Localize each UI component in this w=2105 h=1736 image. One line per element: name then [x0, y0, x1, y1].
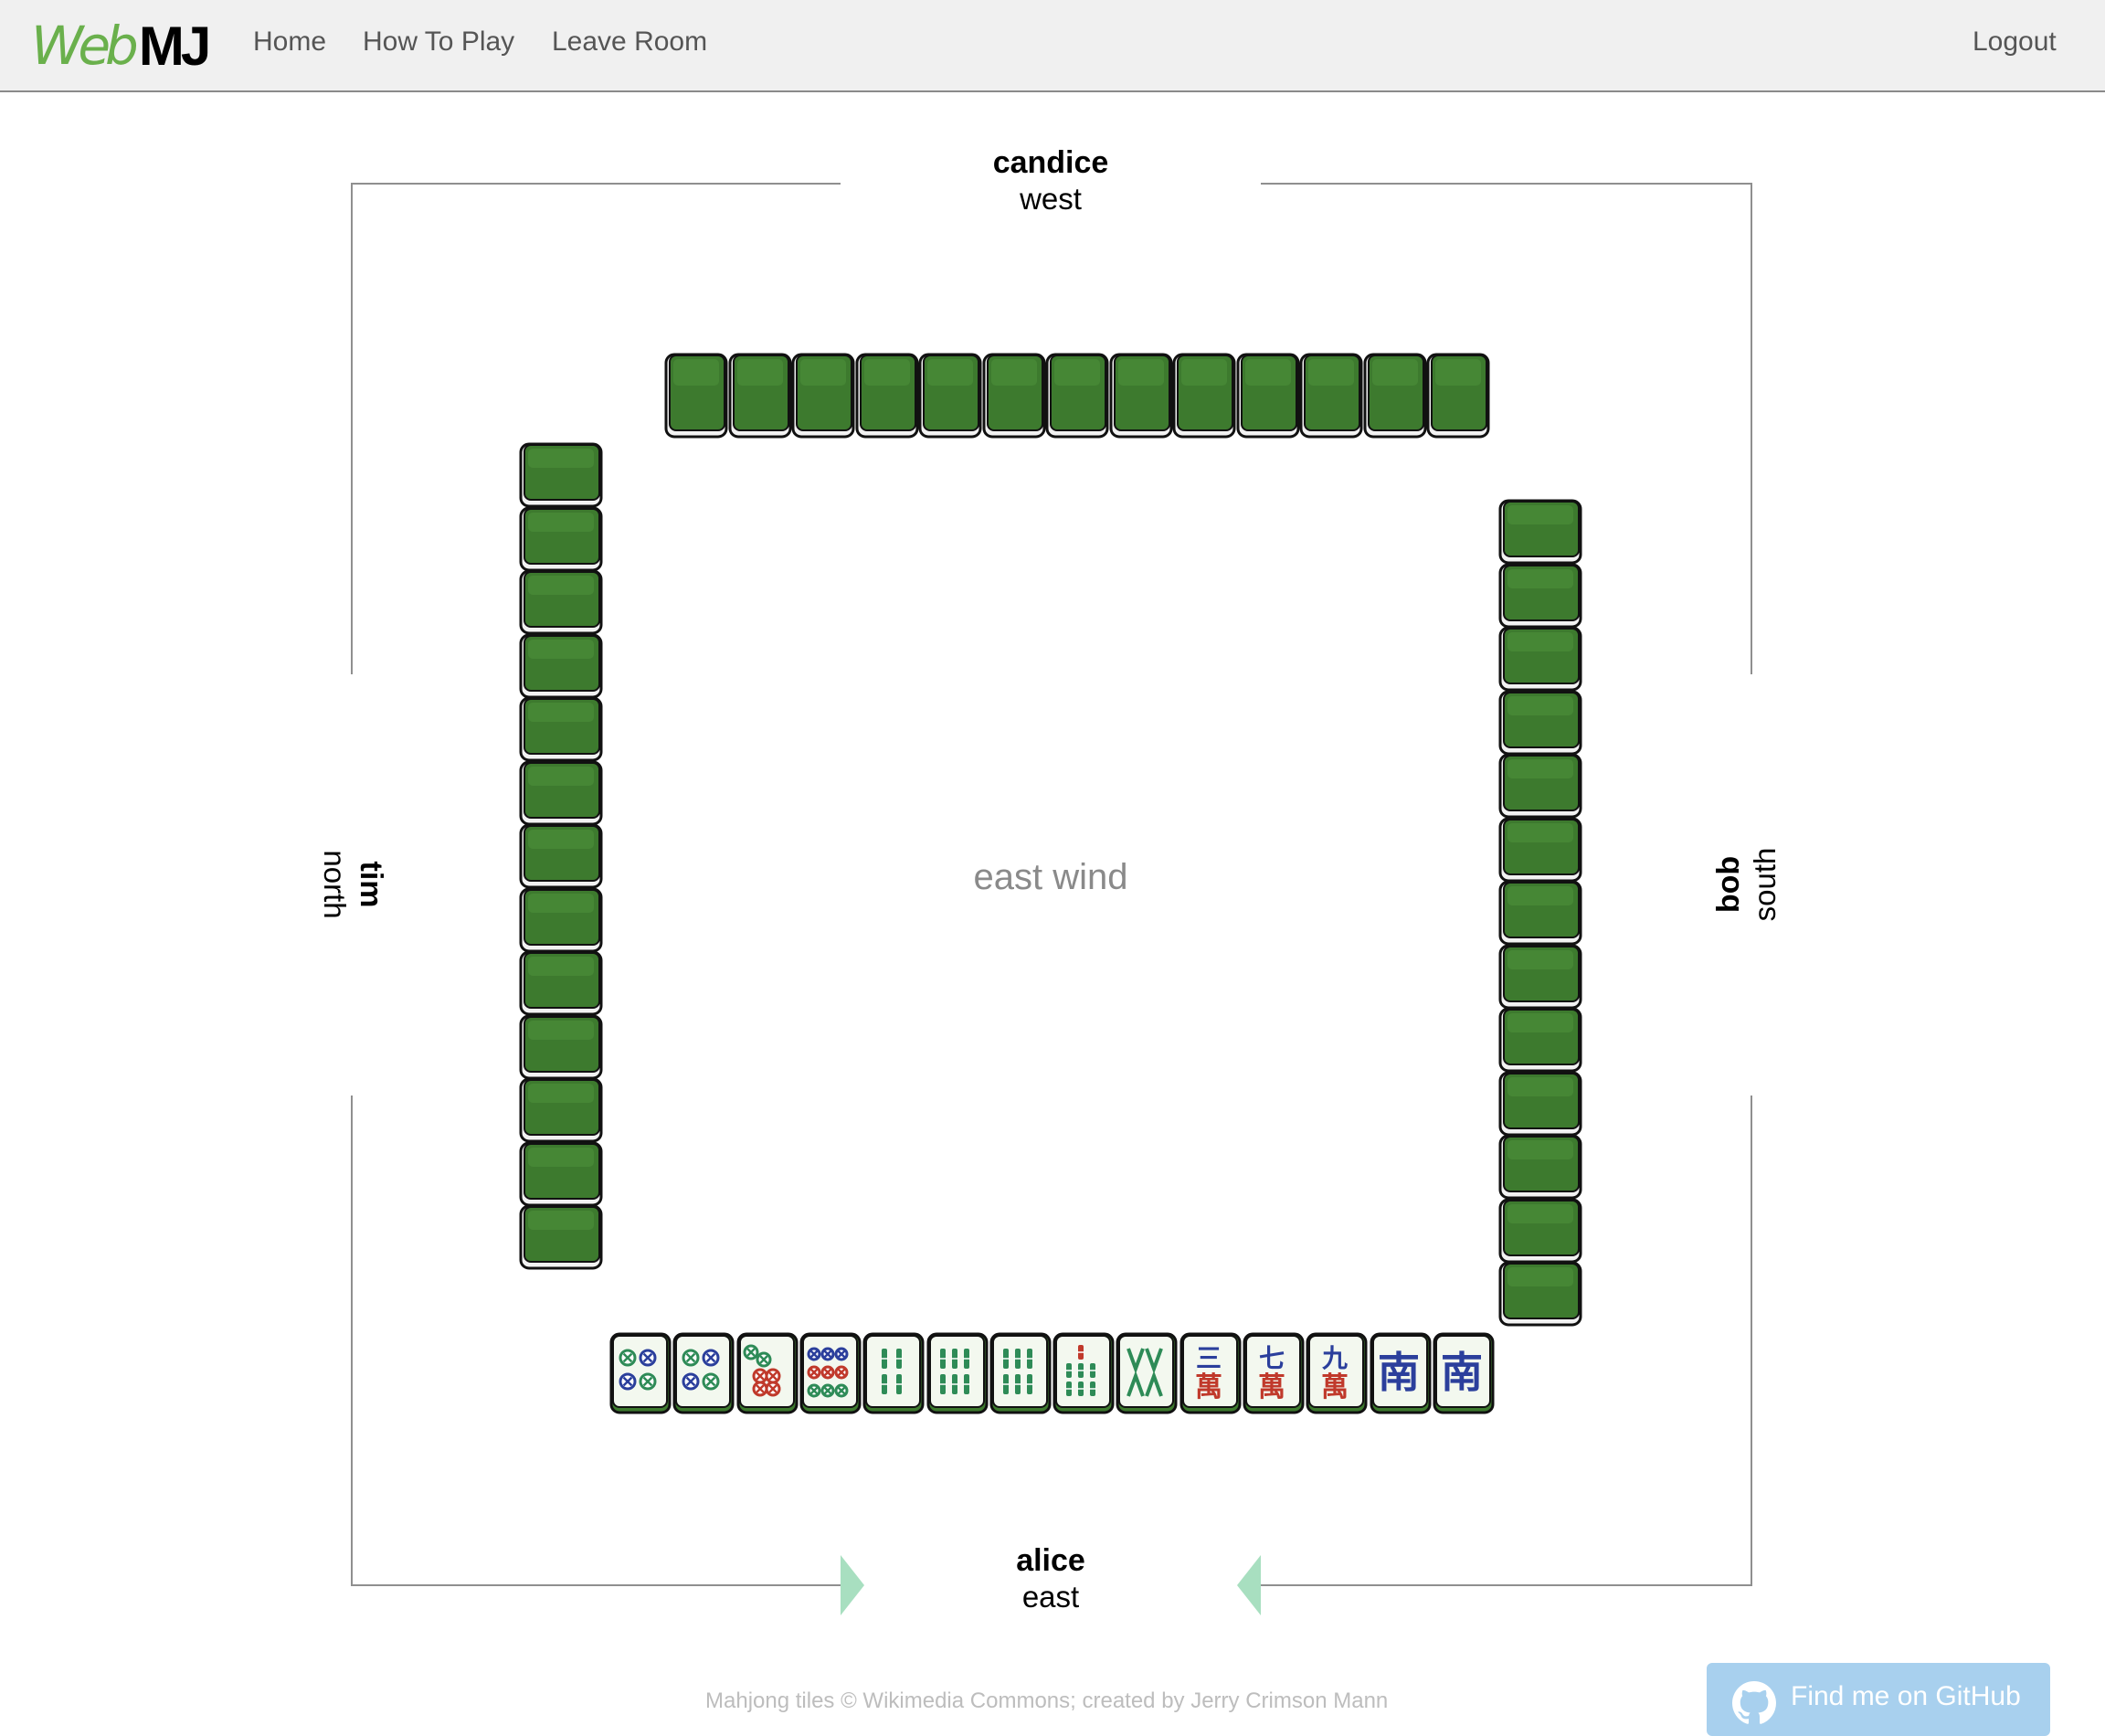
- opponent-right-tile-back: [1498, 690, 1582, 760]
- github-link-button[interactable]: Find me on GitHub: [1707, 1663, 2050, 1736]
- opponent-top-tile-back: [1236, 353, 1300, 443]
- hand-tile-4-circles-1[interactable]: [672, 1332, 735, 1419]
- player-bottom-name: alice: [1016, 1543, 1085, 1578]
- logout-link[interactable]: Logout: [1973, 24, 2057, 60]
- hand-tile-6-bamboo-6[interactable]: [989, 1332, 1052, 1419]
- opponent-right-tile-back: [1498, 499, 1582, 569]
- brand-logo[interactable]: Web MJ: [31, 9, 211, 82]
- opponent-right-tile-back: [1498, 880, 1582, 950]
- player-top-wind: west: [1020, 182, 1082, 216]
- hand-tile-tile-9[interactable]: 三 萬: [1179, 1332, 1242, 1419]
- opponent-left-tile-back: [519, 823, 603, 894]
- svg-text:七: 七: [1259, 1343, 1285, 1373]
- svg-text:萬: 萬: [1195, 1371, 1222, 1403]
- opponent-top-tile-back: [1299, 353, 1363, 443]
- opponent-top-tile-back: [1172, 353, 1236, 443]
- opponent-left-tile-back: [519, 696, 603, 767]
- table-frame-top-right: [1261, 183, 1752, 185]
- hand-tile-8-bamboo-8[interactable]: [1116, 1332, 1178, 1419]
- opponent-top-tile-back: [1109, 353, 1173, 443]
- opponent-top-tile-back: [855, 353, 919, 443]
- hand-tile-6-bamboo-5[interactable]: [926, 1332, 989, 1419]
- round-wind-indicator: east wind: [973, 857, 1128, 897]
- svg-text:萬: 萬: [1321, 1371, 1349, 1403]
- hand-tile-4-circles-0[interactable]: [609, 1332, 672, 1419]
- hand-tile-4-bamboo-4[interactable]: [862, 1332, 925, 1419]
- opponent-top-tile-back: [1363, 353, 1427, 443]
- turn-arrow-left-icon: [1237, 1555, 1261, 1615]
- svg-text:南: 南: [1441, 1348, 1483, 1397]
- table-frame-left-top: [351, 183, 353, 674]
- tile-credit: Mahjong tiles © Wikimedia Commons; creat…: [705, 1688, 1389, 1713]
- opponent-right-tile-back: [1498, 753, 1582, 823]
- opponent-right-tile-back: [1498, 1261, 1582, 1331]
- hand-tile-7-bamboo-7[interactable]: [1052, 1332, 1115, 1419]
- opponent-right-tile-back: [1498, 944, 1582, 1014]
- hand-tile-5-circles-2[interactable]: [736, 1332, 799, 1419]
- opponent-left-tile-back: [519, 633, 603, 704]
- opponent-left-tile-back: [519, 1141, 603, 1212]
- opponent-left-tile-back: [519, 1204, 603, 1275]
- table-frame-right-top: [1751, 183, 1752, 674]
- opponent-left-tile-back: [519, 506, 603, 577]
- opponent-left-tile-back: [519, 569, 603, 640]
- github-label: Find me on GitHub: [1791, 1681, 2021, 1711]
- brand-mj-text: MJ: [138, 15, 211, 77]
- svg-text:萬: 萬: [1258, 1371, 1285, 1403]
- svg-text:九: 九: [1322, 1343, 1348, 1373]
- opponent-right-tile-back: [1498, 1071, 1582, 1141]
- player-left-name: tim: [354, 861, 388, 908]
- opponent-left-tile-back: [519, 442, 603, 513]
- hand-tile-tile-10[interactable]: 七 萬: [1243, 1332, 1305, 1419]
- opponent-left-tile-back: [519, 1014, 603, 1085]
- brand-web-text: Web: [31, 15, 139, 77]
- opponent-left-tile-back: [519, 887, 603, 958]
- opponent-right-tile-back: [1498, 563, 1582, 633]
- opponent-top-tile-back: [918, 353, 982, 443]
- opponent-top-tile-back: [728, 353, 792, 443]
- opponent-left-tile-back: [519, 950, 603, 1021]
- table-frame-top-left: [351, 183, 841, 185]
- hand-tile-9-circles-3[interactable]: [799, 1332, 862, 1419]
- player-bottom-label: alice east: [941, 1542, 1160, 1615]
- svg-text:南: 南: [1378, 1348, 1420, 1397]
- nav-home-link[interactable]: Home: [253, 24, 326, 60]
- table-frame-left-bottom: [351, 1096, 353, 1586]
- player-left-wind: north: [318, 850, 352, 919]
- opponent-left-tile-back: [519, 760, 603, 831]
- opponent-top-tile-back: [1045, 353, 1109, 443]
- opponent-right-tile-back: [1498, 1134, 1582, 1204]
- player-right-label: bob south: [1710, 775, 1783, 994]
- navbar: Web MJ Home How To Play Leave Room Logout: [0, 0, 2105, 92]
- opponent-left-tile-back: [519, 1077, 603, 1148]
- nav-leave-room-link[interactable]: Leave Room: [552, 24, 707, 60]
- opponent-top-tile-back: [1426, 353, 1490, 443]
- hand-tile-tile-11[interactable]: 九 萬: [1306, 1332, 1368, 1419]
- hand-tile-tile-12[interactable]: 南: [1370, 1332, 1432, 1419]
- table-frame-right-bottom: [1751, 1096, 1752, 1586]
- table-frame-bottom-right: [1261, 1584, 1752, 1586]
- opponent-right-tile-back: [1498, 1198, 1582, 1268]
- github-icon: [1732, 1681, 1776, 1724]
- player-left-label: tim north: [316, 775, 389, 994]
- svg-text:三: 三: [1196, 1343, 1222, 1373]
- player-bottom-wind: east: [1021, 1580, 1080, 1614]
- turn-arrow-right-icon: [841, 1555, 864, 1615]
- opponent-right-tile-back: [1498, 817, 1582, 887]
- player-right-name: bob: [1711, 855, 1746, 914]
- opponent-top-tile-back: [791, 353, 855, 443]
- opponent-right-tile-back: [1498, 626, 1582, 696]
- opponent-right-tile-back: [1498, 1007, 1582, 1077]
- opponent-top-tile-back: [664, 353, 728, 443]
- player-top-name: candice: [992, 145, 1109, 180]
- opponent-top-tile-back: [982, 353, 1046, 443]
- player-right-wind: south: [1748, 847, 1782, 922]
- nav-how-to-play-link[interactable]: How To Play: [363, 24, 514, 60]
- table-frame-bottom-left: [351, 1584, 841, 1586]
- hand-tile-tile-13[interactable]: 南: [1433, 1332, 1495, 1419]
- player-top-label: candice west: [941, 144, 1160, 217]
